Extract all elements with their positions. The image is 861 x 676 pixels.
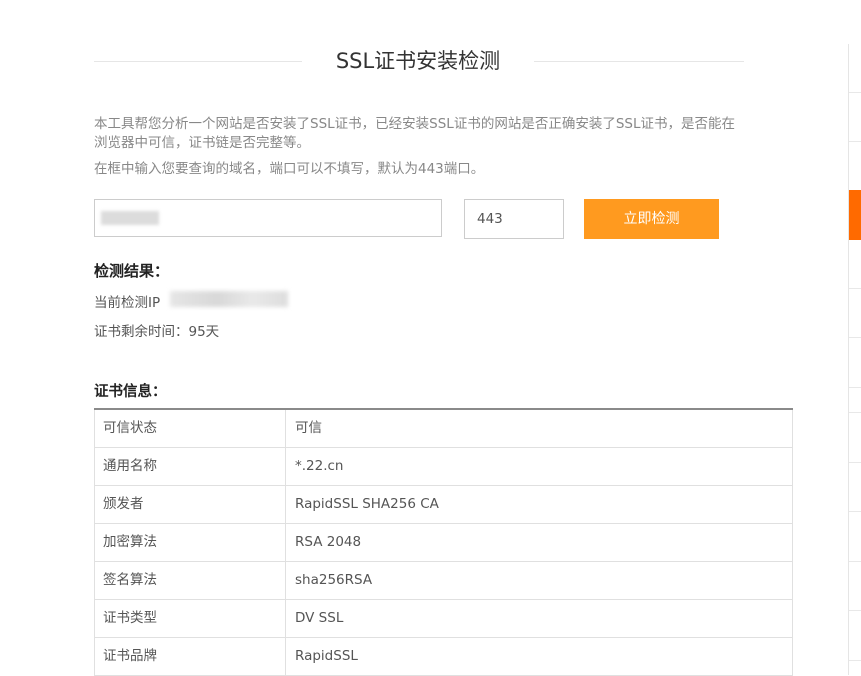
side-nav-divider	[849, 288, 861, 289]
row-key: 证书类型	[95, 600, 286, 637]
intro-hint: 在框中输入您要查询的域名，端口可以不填写，默认为443端口。	[94, 161, 485, 177]
side-nav-divider	[849, 511, 861, 512]
side-nav-divider	[849, 337, 861, 338]
current-ip-label: 当前检测IP	[94, 295, 161, 311]
side-nav-divider	[849, 660, 861, 661]
row-key: 签名算法	[95, 562, 286, 599]
side-nav-item-active[interactable]	[849, 190, 861, 240]
blurred-ip	[170, 291, 288, 307]
title-divider-left	[94, 61, 302, 62]
table-row: 证书品牌 RapidSSL	[94, 638, 793, 676]
row-value: RapidSSL SHA256 CA	[295, 496, 439, 512]
page-title: SSL证书安装检测	[335, 49, 501, 73]
page-header: SSL证书安装检测	[94, 46, 744, 76]
side-nav-divider	[849, 561, 861, 562]
side-nav-divider	[849, 141, 861, 142]
blurred-domain	[101, 211, 159, 225]
table-row: 可信状态 可信	[94, 410, 793, 448]
row-key: 证书品牌	[95, 638, 286, 675]
side-nav-divider	[849, 92, 861, 93]
remaining-time: 证书剩余时间：95天	[94, 324, 220, 340]
row-value: 可信	[295, 420, 322, 436]
table-row: 通用名称 *.22.cn	[94, 448, 793, 486]
row-key: 可信状态	[95, 410, 286, 447]
intro-text: 本工具帮您分析一个网站是否安装了SSL证书，已经安装SSL证书的网站是否正确安装…	[94, 116, 735, 151]
row-value: DV SSL	[295, 610, 344, 626]
cert-info-heading: 证书信息：	[94, 384, 167, 400]
side-nav-divider	[849, 610, 861, 611]
row-key: 通用名称	[95, 448, 286, 485]
result-heading: 检测结果：	[94, 262, 170, 280]
row-key: 颁发者	[95, 486, 286, 523]
cert-info-table: 可信状态 可信 通用名称 *.22.cn 颁发者 RapidSSL SHA256…	[94, 408, 793, 676]
table-row: 证书类型 DV SSL	[94, 600, 793, 638]
row-value: RapidSSL	[295, 648, 358, 664]
table-row: 签名算法 sha256RSA	[94, 562, 793, 600]
side-nav	[848, 44, 861, 675]
title-divider-right	[534, 61, 744, 62]
port-input[interactable]: 443	[464, 199, 564, 239]
table-row: 颁发者 RapidSSL SHA256 CA	[94, 486, 793, 524]
row-value: sha256RSA	[295, 572, 373, 588]
side-nav-divider	[849, 412, 861, 413]
row-value: *.22.cn	[295, 458, 344, 474]
domain-input[interactable]	[94, 199, 442, 237]
check-now-button[interactable]: 立即检测	[584, 199, 719, 239]
side-nav-divider	[849, 462, 861, 463]
row-value: RSA 2048	[295, 534, 362, 550]
side-nav-divider	[849, 387, 861, 388]
table-row: 加密算法 RSA 2048	[94, 524, 793, 562]
row-key: 加密算法	[95, 524, 286, 561]
